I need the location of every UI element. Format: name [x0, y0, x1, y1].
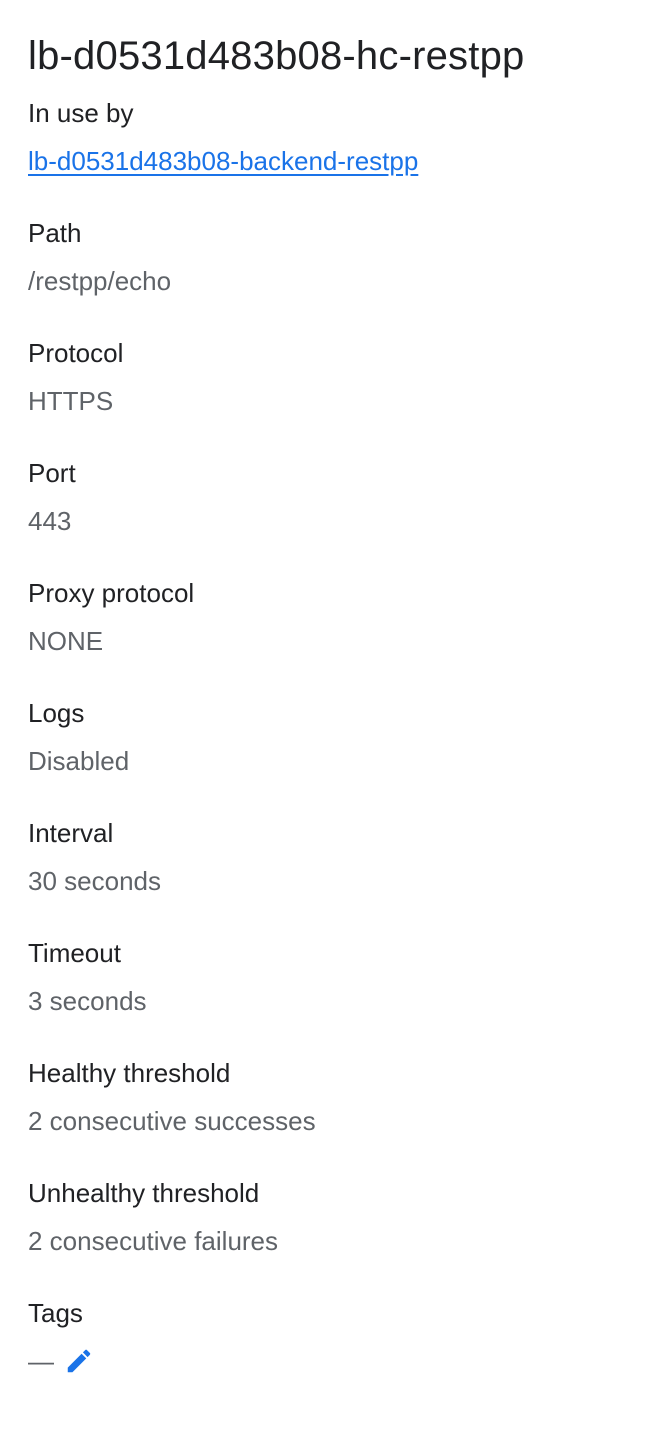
field-value-proxy-protocol: NONE	[28, 626, 104, 656]
field-value-logs: Disabled	[28, 746, 130, 776]
health-check-details: lb-d0531d483b08-hc-restpp In use by lb-d…	[0, 0, 660, 1378]
tags-empty-value: —	[28, 1346, 54, 1376]
field-port: Port 443	[28, 456, 632, 538]
field-label-interval: Interval	[28, 818, 114, 848]
field-label-logs: Logs	[28, 698, 85, 728]
field-logs: Logs Disabled	[28, 696, 632, 778]
field-label-timeout: Timeout	[28, 938, 121, 968]
field-value-unhealthy-threshold: 2 consecutive failures	[28, 1226, 279, 1256]
field-healthy-threshold: Healthy threshold 2 consecutive successe…	[28, 1056, 632, 1138]
field-value-protocol: HTTPS	[28, 386, 114, 416]
backend-service-link[interactable]: lb-d0531d483b08-backend-restpp	[28, 144, 418, 178]
field-timeout: Timeout 3 seconds	[28, 936, 632, 1018]
page-title: lb-d0531d483b08-hc-restpp	[28, 34, 525, 78]
field-label-path: Path	[28, 218, 82, 248]
edit-tags-button[interactable]	[64, 1346, 94, 1376]
field-value-port: 443	[28, 506, 72, 536]
field-label-tags: Tags	[28, 1298, 83, 1328]
field-proxy-protocol: Proxy protocol NONE	[28, 576, 632, 658]
field-value-timeout: 3 seconds	[28, 986, 147, 1016]
tags-value-row: —	[28, 1344, 632, 1378]
field-interval: Interval 30 seconds	[28, 816, 632, 898]
field-unhealthy-threshold: Unhealthy threshold 2 consecutive failur…	[28, 1176, 632, 1258]
field-label-in-use-by: In use by	[28, 98, 134, 128]
field-label-proxy-protocol: Proxy protocol	[28, 578, 195, 608]
field-protocol: Protocol HTTPS	[28, 336, 632, 418]
field-label-protocol: Protocol	[28, 338, 124, 368]
field-value-path: /restpp/echo	[28, 266, 172, 296]
field-in-use-by: In use by lb-d0531d483b08-backend-restpp	[28, 96, 632, 178]
field-path: Path /restpp/echo	[28, 216, 632, 298]
field-label-port: Port	[28, 458, 76, 488]
field-label-healthy-threshold: Healthy threshold	[28, 1058, 231, 1088]
field-value-healthy-threshold: 2 consecutive successes	[28, 1106, 316, 1136]
field-value-interval: 30 seconds	[28, 866, 161, 896]
field-tags: Tags —	[28, 1296, 632, 1378]
field-label-unhealthy-threshold: Unhealthy threshold	[28, 1178, 260, 1208]
pencil-icon	[64, 1346, 94, 1376]
